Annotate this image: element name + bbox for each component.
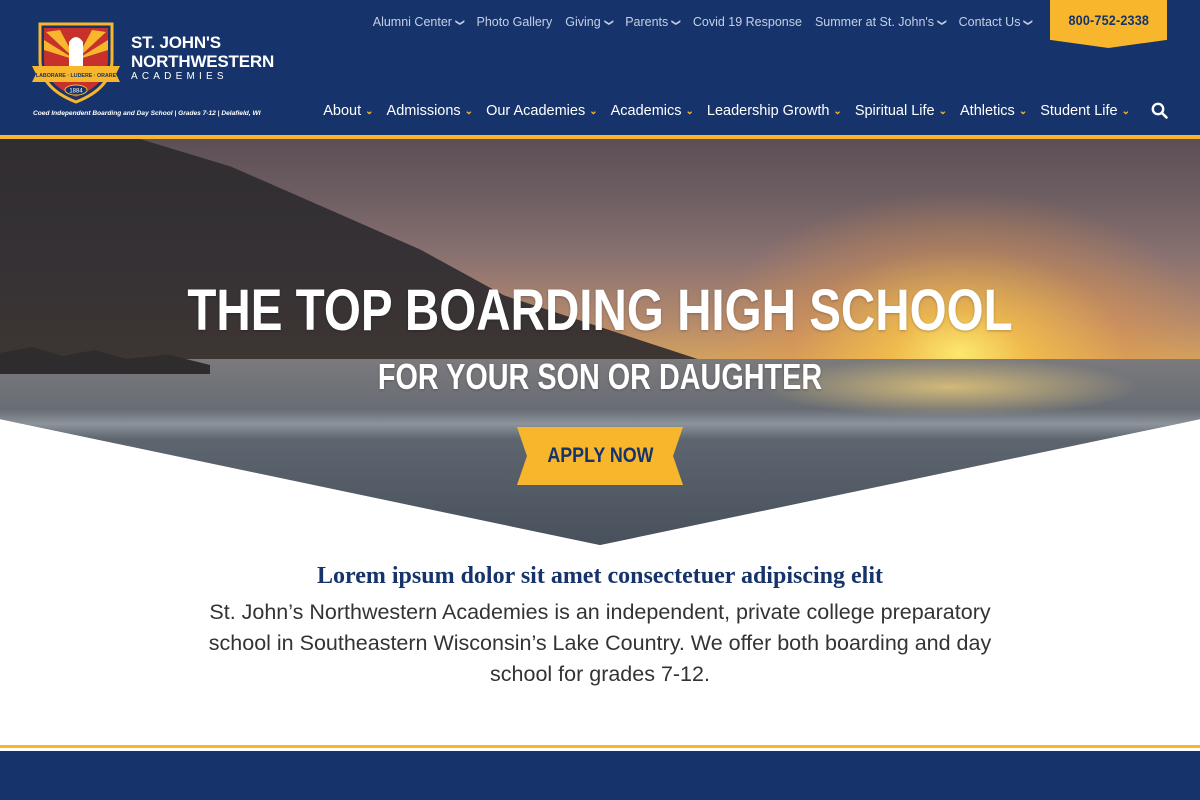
utility-nav-summer[interactable]: Summer at St. John's ❯	[814, 15, 948, 29]
utility-nav: Alumni Center ❯ Photo Gallery Giving ❯ P…	[372, 13, 1034, 31]
chevron-down-icon: ⌄	[1121, 105, 1130, 117]
nav-item-label: About	[323, 103, 362, 119]
nav-item-about[interactable]: About ⌄	[323, 103, 373, 119]
utility-nav-label: Contact Us	[958, 15, 1021, 29]
utility-nav-label: Photo Gallery	[476, 15, 553, 29]
nav-item-label: Academics	[610, 103, 682, 119]
school-tagline: Coed Independent Boarding and Day School…	[33, 110, 261, 117]
chevron-down-icon: ⌄	[365, 105, 374, 117]
chevron-down-icon: ⌄	[589, 105, 598, 117]
main-nav: About ⌄ Admissions ⌄ Our Academies ⌄ Aca…	[323, 101, 1130, 121]
chevron-down-icon: ⌄	[938, 105, 947, 117]
phone-number-button[interactable]: 800-752-2338	[1050, 0, 1167, 48]
footer-accent-rule	[0, 745, 1200, 748]
search-icon	[1151, 102, 1168, 119]
chevron-down-icon: ⌄	[685, 105, 694, 117]
chevron-down-icon: ❯	[603, 18, 614, 26]
intro-heading: Lorem ipsum dolor sit amet consectetuer …	[317, 563, 883, 589]
nav-item-admissions[interactable]: Admissions ⌄	[387, 103, 474, 119]
header-accent-rule	[0, 135, 1200, 139]
chevron-down-icon: ⌄	[464, 105, 474, 117]
school-name: ST. JOHN'S NORTHWESTERN	[131, 33, 276, 71]
utility-nav-label: Parents	[625, 15, 669, 29]
nav-item-label: Our Academies	[486, 103, 586, 119]
site-header: LABORARE · LUDERE · ORARE 1884 ST. JOHN'…	[0, 0, 1200, 135]
nav-item-spiritual-life[interactable]: Spiritual Life ⌄	[855, 103, 947, 119]
utility-nav-label: Summer at St. John's	[814, 15, 935, 29]
chevron-down-icon: ⌄	[833, 105, 842, 117]
utility-nav-photo-gallery[interactable]: Photo Gallery	[476, 15, 552, 29]
chevron-down-icon: ❯	[1023, 18, 1034, 26]
chevron-down-icon: ❯	[671, 18, 682, 26]
utility-nav-label: Alumni Center	[372, 15, 452, 29]
nav-item-label: Leadership Growth	[706, 103, 830, 119]
chevron-down-icon: ❯	[455, 18, 466, 26]
utility-nav-alumni-center[interactable]: Alumni Center ❯	[372, 15, 466, 29]
nav-item-our-academies[interactable]: Our Academies ⌄	[486, 103, 598, 119]
utility-nav-giving[interactable]: Giving ❯	[565, 15, 614, 29]
crest-banner-text: LABORARE · LUDERE · ORARE	[36, 73, 117, 79]
utility-nav-label: Giving	[565, 15, 601, 29]
nav-item-athletics[interactable]: Athletics ⌄	[960, 103, 1027, 119]
school-name-line1: ST. JOHN'S	[131, 33, 221, 52]
intro-body: St. John’s Northwestern Academies is an …	[208, 600, 992, 686]
nav-item-label: Spiritual Life	[854, 103, 935, 119]
nav-item-academics[interactable]: Academics ⌄	[611, 103, 694, 119]
nav-item-leadership-growth[interactable]: Leadership Growth ⌄	[707, 103, 842, 119]
utility-nav-covid-response[interactable]: Covid 19 Response	[693, 15, 802, 29]
search-button[interactable]	[1150, 101, 1170, 121]
hero-subtitle: FOR YOUR SON OR DAUGHTER	[377, 356, 823, 397]
footer-band	[0, 751, 1200, 800]
hero-banner: THE TOP BOARDING HIGH SCHOOL FOR YOUR SO…	[0, 139, 1200, 545]
utility-nav-label: Covid 19 Response	[692, 15, 802, 29]
apply-now-label: APPLY NOW	[546, 444, 654, 467]
hero-title: THE TOP BOARDING HIGH SCHOOL	[187, 278, 1013, 343]
nav-item-label: Student Life	[1040, 103, 1118, 119]
utility-nav-parents[interactable]: Parents ❯	[625, 15, 682, 29]
school-name-line2: NORTHWESTERN	[131, 52, 275, 71]
apply-now-button[interactable]: APPLY NOW	[517, 427, 683, 485]
school-crest-icon: LABORARE · LUDERE · ORARE 1884	[32, 22, 120, 104]
school-logo[interactable]: LABORARE · LUDERE · ORARE 1884 ST. JOHN'…	[30, 20, 274, 105]
nav-item-label: Admissions	[386, 103, 461, 119]
school-name-sub: ACADEMIES	[131, 71, 228, 82]
nav-item-student-life[interactable]: Student Life ⌄	[1040, 103, 1130, 119]
crest-year-text: 1884	[69, 89, 83, 95]
chevron-down-icon: ⌄	[1018, 105, 1028, 117]
chevron-down-icon: ❯	[937, 18, 948, 26]
phone-number: 800-752-2338	[1068, 12, 1149, 28]
utility-nav-contact-us[interactable]: Contact Us ❯	[958, 15, 1034, 29]
nav-item-label: Athletics	[960, 103, 1015, 119]
